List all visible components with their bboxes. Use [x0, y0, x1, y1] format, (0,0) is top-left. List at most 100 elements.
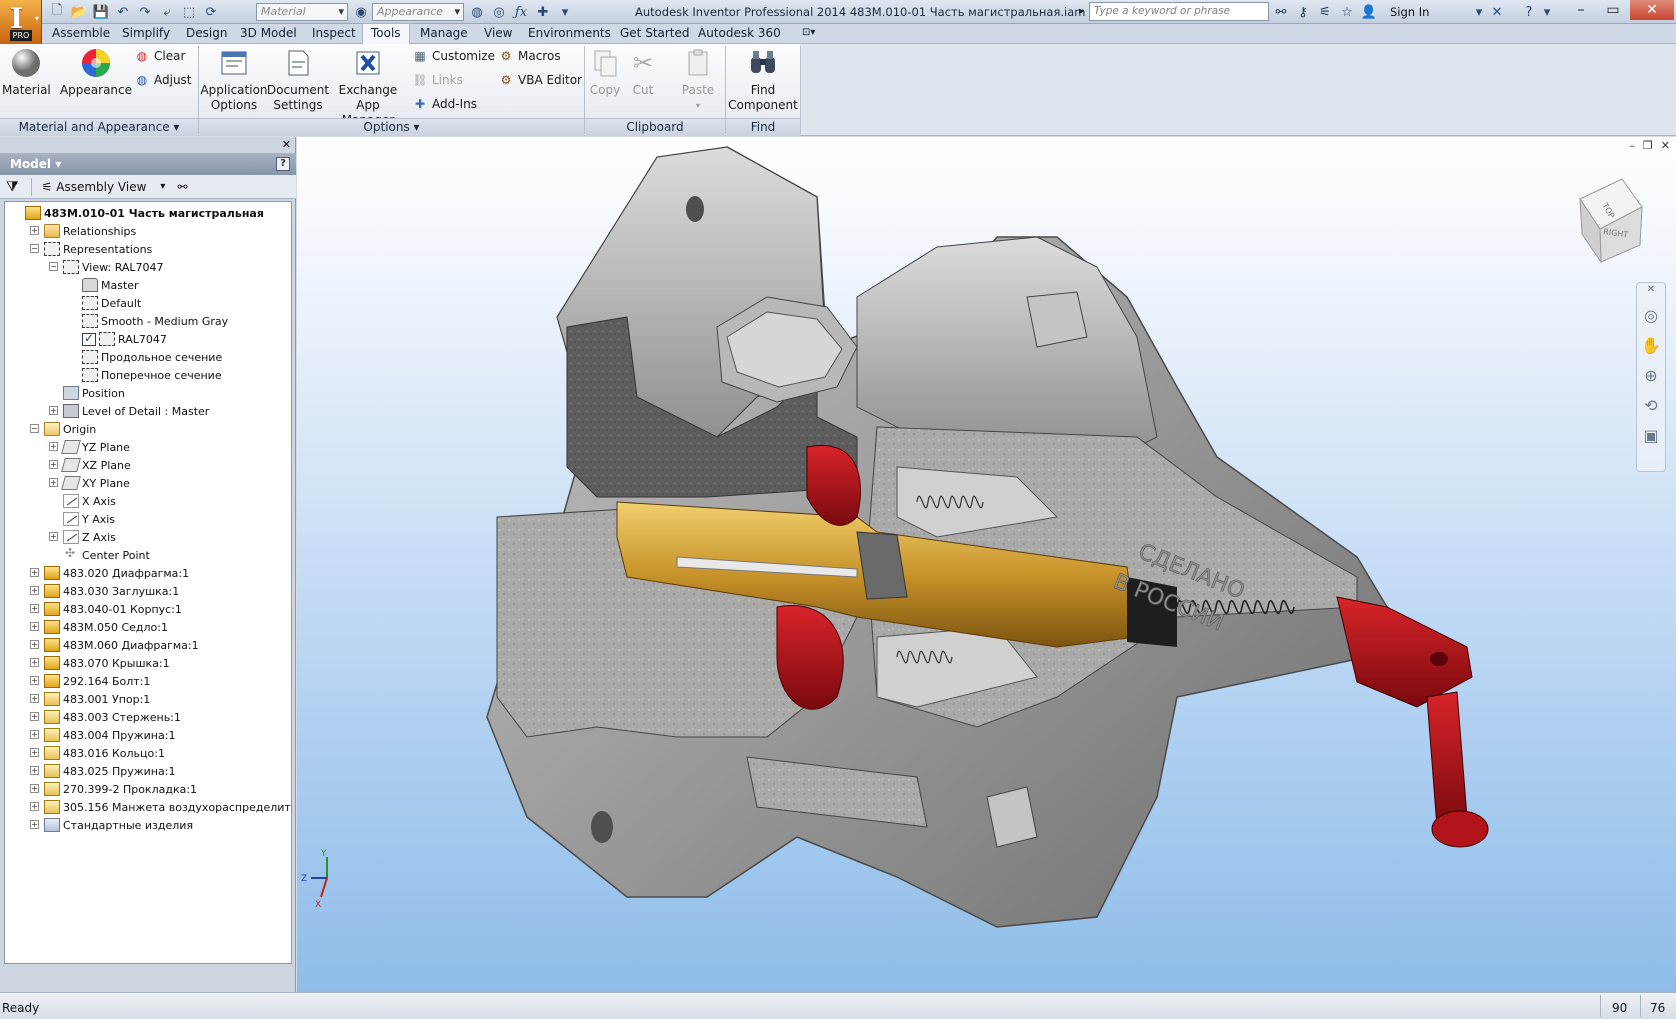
- tree-node[interactable]: Z Axis: [63, 528, 116, 546]
- tab-autodesk-360[interactable]: Autodesk 360: [698, 26, 781, 40]
- tree-node[interactable]: 483.070 Крышка:1: [44, 654, 170, 672]
- zoom-icon[interactable]: ⊕: [1637, 361, 1665, 391]
- help-search-input[interactable]: Type a keyword or phrase: [1079, 2, 1269, 21]
- checkmark-icon[interactable]: [82, 331, 96, 346]
- pan-hand-icon[interactable]: ✋: [1637, 331, 1665, 361]
- chevron-down-icon[interactable]: ▾: [160, 181, 165, 192]
- vba-editor-button[interactable]: ⚙ VBA Editor: [498, 72, 582, 88]
- plus-icon[interactable]: ✚: [534, 3, 552, 21]
- tab-get-started[interactable]: Get Started: [620, 26, 690, 40]
- key-icon[interactable]: ⚷: [1294, 3, 1312, 21]
- collapse-icon[interactable]: −: [49, 262, 58, 271]
- undo-icon[interactable]: ↶: [114, 3, 132, 21]
- paste-button[interactable]: Paste ▾: [680, 46, 716, 113]
- tree-node[interactable]: Продольное сечение: [82, 348, 222, 366]
- assembly-view-dropdown[interactable]: Assembly View: [56, 180, 146, 194]
- tree-node[interactable]: Y Axis: [63, 510, 115, 528]
- tree-node[interactable]: X Axis: [63, 492, 116, 510]
- tree-node[interactable]: 483.001 Упор:1: [44, 690, 150, 708]
- expand-icon[interactable]: +: [30, 730, 39, 739]
- tree-node[interactable]: View: RAL7047: [63, 258, 164, 276]
- clear-appearance-icon[interactable]: ◎: [490, 3, 508, 21]
- expand-icon[interactable]: +: [30, 676, 39, 685]
- assembly-model-view[interactable]: СДЕЛАНО В РОССИИ TOP RIGHT Y Z X: [297, 137, 1676, 992]
- add-ins-button[interactable]: ✚ Add-Ins: [412, 96, 477, 112]
- tree-node[interactable]: RAL7047: [82, 330, 167, 348]
- binoculars-icon[interactable]: ⚯: [177, 180, 187, 194]
- expand-icon[interactable]: +: [30, 694, 39, 703]
- tab-3d-model[interactable]: 3D Model: [240, 26, 297, 40]
- expand-icon[interactable]: +: [49, 406, 58, 415]
- links-button[interactable]: ⛓ Links: [412, 72, 462, 88]
- open-folder-icon[interactable]: 📂: [70, 3, 88, 21]
- material-dropdown[interactable]: Material: [256, 3, 348, 21]
- tree-node[interactable]: 305.156 Манжета воздухораспределителя:1: [44, 798, 291, 816]
- expand-icon[interactable]: +: [30, 766, 39, 775]
- collapse-icon[interactable]: −: [30, 244, 39, 253]
- exchange-app-manager-button[interactable]: Exchange App Manager: [330, 46, 406, 128]
- close-icon[interactable]: ✕: [282, 138, 291, 151]
- customize-qat-icon[interactable]: ▾: [556, 3, 574, 21]
- tree-node[interactable]: Smooth - Medium Gray: [82, 312, 228, 330]
- panel-title-material-appearance[interactable]: Material and Appearance ▾: [0, 118, 198, 136]
- maximize-icon[interactable]: ▭: [1598, 0, 1628, 20]
- tree-node[interactable]: 483.004 Пружина:1: [44, 726, 175, 744]
- expand-icon[interactable]: +: [49, 460, 58, 469]
- tab-simplify[interactable]: Simplify: [122, 26, 170, 40]
- macros-button[interactable]: ⚙ Macros: [498, 48, 561, 64]
- filter-icon[interactable]: ⧩: [6, 179, 19, 195]
- chevron-down-icon[interactable]: ▾: [1470, 3, 1488, 21]
- find-component-button[interactable]: Find Component: [728, 46, 798, 113]
- adjust-button[interactable]: ◍ Adjust: [134, 72, 192, 88]
- tab-environments[interactable]: Environments: [528, 26, 611, 40]
- tree-node[interactable]: Relationships: [44, 222, 136, 240]
- document-settings-button[interactable]: Document Settings: [266, 46, 330, 113]
- expand-icon[interactable]: +: [30, 226, 39, 235]
- look-at-icon[interactable]: ▣: [1637, 421, 1665, 451]
- orbit-icon[interactable]: ⟲: [1637, 391, 1665, 421]
- exchange-x-icon[interactable]: ✕: [1488, 3, 1506, 21]
- expand-icon[interactable]: +: [49, 442, 58, 451]
- update-icon[interactable]: ⟳: [202, 3, 220, 21]
- close-icon[interactable]: ✕: [1637, 283, 1665, 301]
- new-icon[interactable]: 🗋: [48, 3, 66, 21]
- panel-title-options[interactable]: Options ▾: [199, 118, 584, 136]
- expand-icon[interactable]: +: [30, 802, 39, 811]
- binoculars-icon[interactable]: ⚯: [1272, 3, 1290, 21]
- expand-icon[interactable]: +: [30, 640, 39, 649]
- tab-manage[interactable]: Manage: [420, 26, 468, 40]
- expand-icon[interactable]: +: [30, 658, 39, 667]
- expand-icon[interactable]: +: [30, 622, 39, 631]
- tree-node[interactable]: Representations: [44, 240, 152, 258]
- chevron-down-icon[interactable]: ▾: [1538, 3, 1556, 21]
- tree-node[interactable]: Origin: [44, 420, 96, 438]
- fx-parameters-icon[interactable]: ƒx: [512, 3, 530, 21]
- close-icon[interactable]: ✕: [1630, 0, 1674, 20]
- tree-node[interactable]: 483.003 Стержень:1: [44, 708, 181, 726]
- tab-inspect[interactable]: Inspect: [312, 26, 356, 40]
- customize-button[interactable]: ▦ Customize: [412, 48, 495, 64]
- appearance-button[interactable]: Appearance: [58, 46, 134, 98]
- help-icon[interactable]: ?: [1520, 3, 1538, 21]
- star-icon[interactable]: ☆: [1338, 3, 1356, 21]
- tree-node[interactable]: 483М.060 Диафрагма:1: [44, 636, 199, 654]
- expand-icon[interactable]: +: [30, 586, 39, 595]
- tree-node[interactable]: 483.016 Кольцо:1: [44, 744, 165, 762]
- help-icon[interactable]: ?: [276, 157, 290, 171]
- tree-node[interactable]: XZ Plane: [61, 456, 131, 474]
- redo-icon[interactable]: ↷: [136, 3, 154, 21]
- select-mode-icon[interactable]: ⬚: [180, 3, 198, 21]
- sign-in-button[interactable]: Sign In: [1390, 5, 1429, 19]
- expand-icon[interactable]: +: [30, 712, 39, 721]
- steering-wheel-icon[interactable]: ◎: [1637, 301, 1665, 331]
- color-wheel-icon[interactable]: ◉: [352, 3, 370, 21]
- tab-design[interactable]: Design: [186, 26, 227, 40]
- expand-icon[interactable]: +: [30, 748, 39, 757]
- adjust-appearance-icon[interactable]: ◍: [468, 3, 486, 21]
- tree-node[interactable]: 483.020 Диафрагма:1: [44, 564, 189, 582]
- minimize-icon[interactable]: –: [1566, 0, 1596, 20]
- tree-node[interactable]: XY Plane: [61, 474, 130, 492]
- expand-icon[interactable]: +: [30, 568, 39, 577]
- tree-node[interactable]: 270.399-2 Прокладка:1: [44, 780, 197, 798]
- tree-node[interactable]: Center Point: [63, 546, 150, 564]
